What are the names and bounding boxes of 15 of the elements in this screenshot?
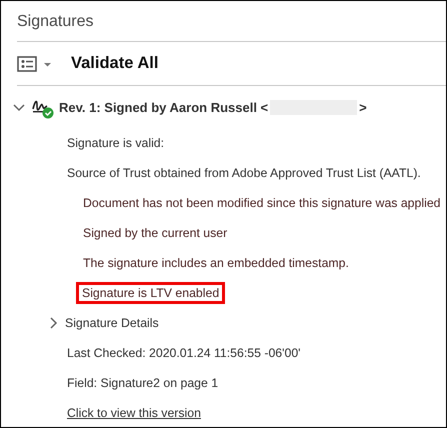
last-checked-text: Last Checked: 2020.01.24 11:56:55 -06'00' bbox=[67, 346, 301, 360]
status-text: Signature is valid: bbox=[67, 136, 164, 150]
panel-title: Signatures bbox=[17, 13, 94, 31]
list-view-icon[interactable] bbox=[17, 56, 51, 72]
validate-all-button[interactable]: Validate All bbox=[71, 54, 158, 73]
revision-label[interactable]: Rev. 1: Signed by Aaron Russell < bbox=[59, 100, 268, 114]
check-text: Document has not been modified since this signature was applied bbox=[83, 196, 441, 210]
check-text: The signature includes an embedded timestamp. bbox=[83, 256, 349, 270]
bracket-text: > bbox=[359, 100, 367, 114]
check-text: Signature is LTV enabled bbox=[79, 285, 222, 301]
status-text: Source of Trust obtained from Adobe Approved Trust List (AATL). bbox=[67, 166, 421, 180]
signature-details-toggle[interactable]: Signature Details bbox=[65, 316, 159, 330]
view-version-link[interactable]: Click to view this version bbox=[67, 406, 201, 420]
check-text: Signed by the current user bbox=[83, 226, 228, 240]
field-text: Field: Signature2 on page 1 bbox=[67, 376, 218, 390]
